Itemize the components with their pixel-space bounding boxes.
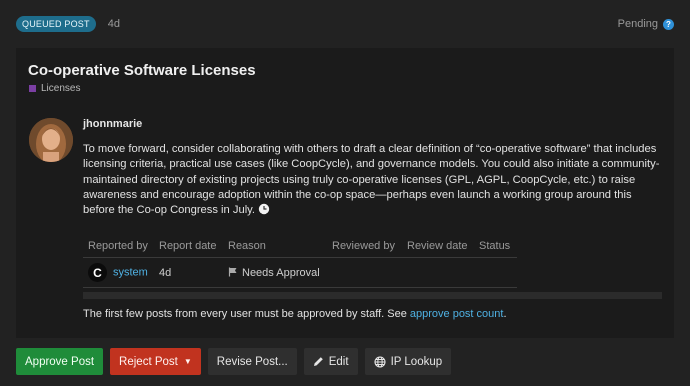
queued-age: 4d (107, 18, 120, 30)
header-report-date: Report date (159, 239, 217, 252)
header-reason: Reason (228, 239, 266, 252)
ip-lookup-label: IP Lookup (390, 355, 443, 368)
approve-post-button[interactable]: Approve Post (16, 348, 104, 375)
post-body-text: To move forward, consider collaborating … (83, 143, 660, 217)
ip-lookup-button[interactable]: IP Lookup (364, 348, 452, 375)
reject-post-label: Reject Post (119, 355, 178, 368)
caret-down-icon: ▼ (183, 357, 192, 366)
notice-end: . (503, 308, 507, 320)
reject-post-button[interactable]: Reject Post ▼ (110, 348, 201, 375)
post-body: To move forward, consider collaborating … (83, 142, 663, 218)
system-avatar[interactable]: C (88, 263, 107, 282)
avatar[interactable] (29, 118, 73, 162)
review-actions: Approve Post Reject Post ▼ Revise Post..… (16, 348, 452, 375)
header-reviewed-by: Reviewed by (332, 239, 395, 252)
queued-post-card: Co-operative Software Licenses Licenses … (16, 48, 674, 338)
header-reported-by: Reported by (88, 239, 148, 252)
flag-icon (228, 267, 237, 276)
post-title: Co-operative Software Licenses (28, 62, 256, 79)
notice-text: The first few posts from every user must… (83, 308, 410, 320)
reviewable-scores-table: Reported by Report date Reason Reviewed … (83, 234, 517, 288)
approve-post-count-link[interactable]: approve post count (410, 308, 504, 320)
reporter-link[interactable]: system (113, 267, 148, 279)
globe-icon (374, 355, 386, 368)
reporter-cell: Csystem (83, 263, 154, 282)
category-label: Licenses (41, 83, 81, 94)
pencil-icon (313, 357, 323, 366)
header-status: Status (479, 239, 511, 252)
header-review-date: Review date (407, 239, 468, 252)
table-header-row: Reported by Report date Reason Reviewed … (83, 234, 517, 258)
avatar-image (29, 118, 73, 162)
category-color-swatch (29, 85, 36, 92)
table-row: Csystem 4d Needs Approval (83, 258, 517, 288)
review-header: QUEUED POST 4d Pending ? (16, 15, 674, 33)
divider (83, 292, 662, 299)
post-author[interactable]: jhonnmarie (83, 118, 142, 130)
edit-button[interactable]: Edit (303, 348, 358, 375)
queued-post-badge: QUEUED POST (16, 16, 96, 32)
pending-label: Pending (617, 18, 658, 30)
pending-status: Pending ? (618, 18, 674, 30)
reason-cell: Needs Approval (223, 267, 327, 279)
category-badge[interactable]: Licenses (29, 83, 80, 94)
clock-icon (258, 203, 270, 215)
reason-text: Needs Approval (242, 266, 320, 279)
help-icon[interactable]: ? (663, 18, 674, 30)
revise-post-button[interactable]: Revise Post... (207, 348, 297, 375)
edit-label: Edit (328, 355, 349, 368)
approval-notice: The first few posts from every user must… (83, 308, 507, 320)
report-date-cell: 4d (159, 266, 172, 279)
